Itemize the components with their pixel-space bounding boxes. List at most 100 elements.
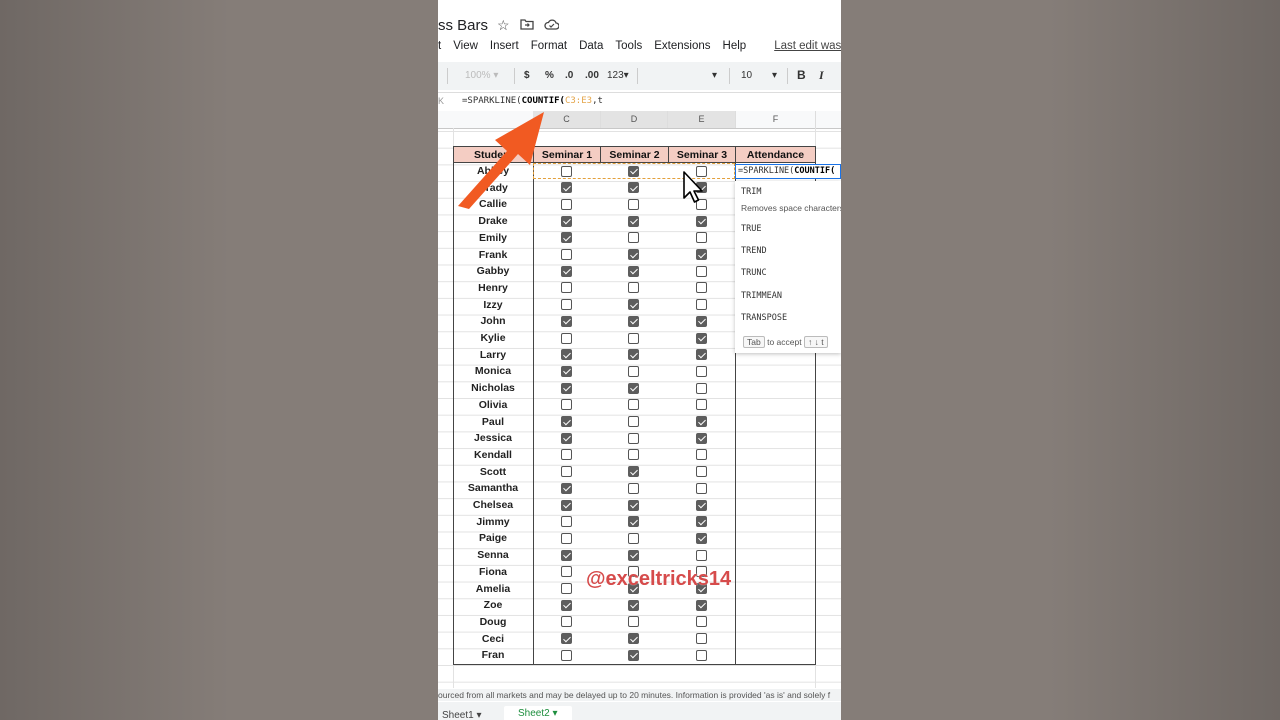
student-name[interactable]: Zoe <box>453 597 533 613</box>
student-name[interactable]: Paige <box>453 530 533 546</box>
seminar-2-checkbox[interactable] <box>628 265 639 277</box>
seminar-2-checkbox[interactable] <box>628 215 639 227</box>
sheet-tab-1[interactable]: Sheet1 ▾ <box>442 710 482 720</box>
seminar-2-checkbox[interactable] <box>628 516 639 528</box>
student-name[interactable]: Monica <box>453 363 533 379</box>
menu-insert[interactable]: Insert <box>490 40 519 56</box>
seminar-1-checkbox[interactable] <box>561 516 572 528</box>
seminar-3-checkbox[interactable] <box>696 633 707 645</box>
cloud-status-icon[interactable] <box>544 17 560 33</box>
student-name[interactable]: Frank <box>453 247 533 263</box>
seminar-3-checkbox[interactable] <box>696 299 707 311</box>
student-name[interactable]: Amelia <box>453 581 533 597</box>
menu-data[interactable]: Data <box>579 40 603 56</box>
seminar-3-checkbox[interactable] <box>696 499 707 511</box>
seminar-1-checkbox[interactable] <box>561 432 572 444</box>
student-name[interactable]: Emily <box>453 230 533 246</box>
student-name[interactable]: Nicholas <box>453 380 533 396</box>
seminar-3-checkbox[interactable] <box>696 349 707 361</box>
seminar-2-checkbox[interactable] <box>628 282 639 294</box>
seminar-2-checkbox[interactable] <box>628 299 639 311</box>
last-edit-link[interactable]: Last edit was sec <box>774 40 841 56</box>
menu-view[interactable]: View <box>453 40 478 56</box>
seminar-1-checkbox[interactable] <box>561 466 572 478</box>
seminar-1-checkbox[interactable] <box>561 449 572 461</box>
more-formats-button[interactable]: 123▾ <box>607 70 629 81</box>
seminar-2-checkbox[interactable] <box>628 382 639 394</box>
seminar-1-checkbox[interactable] <box>561 315 572 327</box>
student-name[interactable]: Jessica <box>453 430 533 446</box>
seminar-2-checkbox[interactable] <box>628 349 639 361</box>
menu-tools[interactable]: Tools <box>615 40 642 56</box>
seminar-1-checkbox[interactable] <box>561 382 572 394</box>
move-to-folder-icon[interactable] <box>520 17 534 33</box>
seminar-1-checkbox[interactable] <box>561 616 572 628</box>
bold-button[interactable]: B <box>797 68 806 82</box>
seminar-3-checkbox[interactable] <box>696 232 707 244</box>
student-name[interactable]: Paul <box>453 414 533 430</box>
document-title[interactable]: ss Bars <box>438 17 488 34</box>
seminar-2-checkbox[interactable] <box>628 633 639 645</box>
font-size-dropdown-icon[interactable]: ▾ <box>772 70 777 81</box>
menu-extensions[interactable]: Extensions <box>654 40 710 56</box>
seminar-2-checkbox[interactable] <box>628 466 639 478</box>
star-icon[interactable]: ☆ <box>497 17 510 34</box>
seminar-1-checkbox[interactable] <box>561 249 572 260</box>
student-name[interactable]: Kylie <box>453 330 533 346</box>
student-name[interactable]: Doug <box>453 614 533 630</box>
seminar-2-checkbox[interactable] <box>628 616 639 628</box>
seminar-3-checkbox[interactable] <box>696 315 707 327</box>
student-name[interactable]: Izzy <box>453 297 533 313</box>
column-header-g[interactable] <box>816 111 841 128</box>
student-name[interactable]: Fiona <box>453 564 533 580</box>
column-header-e[interactable]: E <box>668 111 736 128</box>
seminar-2-checkbox[interactable] <box>628 599 639 611</box>
seminar-3-checkbox[interactable] <box>696 599 707 611</box>
increase-decimal-button[interactable]: .00 <box>585 70 599 81</box>
seminar-1-checkbox[interactable] <box>561 265 572 277</box>
seminar-1-checkbox[interactable] <box>561 282 572 294</box>
seminar-1-checkbox[interactable] <box>561 416 572 427</box>
seminar-1-checkbox[interactable] <box>561 232 572 244</box>
student-name[interactable]: Jimmy <box>453 514 533 530</box>
column-header-d[interactable]: D <box>601 111 668 128</box>
seminar-2-checkbox[interactable] <box>628 399 639 411</box>
menu-help[interactable]: Help <box>723 40 747 56</box>
seminar-2-checkbox[interactable] <box>628 482 639 494</box>
seminar-2-checkbox[interactable] <box>628 232 639 244</box>
currency-button[interactable]: $ <box>524 70 530 81</box>
student-name[interactable]: Senna <box>453 547 533 563</box>
seminar-2-checkbox[interactable] <box>628 365 639 377</box>
seminar-1-checkbox[interactable] <box>561 365 572 377</box>
seminar-1-checkbox[interactable] <box>561 549 572 561</box>
seminar-3-checkbox[interactable] <box>696 482 707 494</box>
seminar-3-checkbox[interactable] <box>696 382 707 394</box>
student-name[interactable]: Ceci <box>453 631 533 647</box>
column-header-f[interactable]: F <box>736 111 816 128</box>
seminar-1-checkbox[interactable] <box>561 332 572 344</box>
seminar-3-checkbox[interactable] <box>696 265 707 277</box>
seminar-3-checkbox[interactable] <box>696 649 707 661</box>
seminar-3-checkbox[interactable] <box>696 616 707 628</box>
seminar-1-checkbox[interactable] <box>561 532 572 544</box>
student-name[interactable]: Chelsea <box>453 497 533 513</box>
suggestion-trim[interactable]: TRIM <box>741 187 761 197</box>
student-name[interactable]: Fran <box>453 647 533 663</box>
sheet-tab-2[interactable]: Sheet2 ▾ <box>504 706 572 720</box>
seminar-1-checkbox[interactable] <box>561 499 572 511</box>
header-attendance[interactable]: Attendance <box>735 146 816 163</box>
seminar-3-checkbox[interactable] <box>696 365 707 377</box>
seminar-1-checkbox[interactable] <box>561 399 572 411</box>
suggestion-trunc[interactable]: TRUNC <box>741 268 767 278</box>
seminar-1-checkbox[interactable] <box>561 215 572 227</box>
seminar-3-checkbox[interactable] <box>696 532 707 544</box>
name-box[interactable]: K <box>438 96 444 106</box>
seminar-2-checkbox[interactable] <box>628 532 639 544</box>
seminar-1-checkbox[interactable] <box>561 633 572 645</box>
seminar-1-checkbox[interactable] <box>561 482 572 494</box>
seminar-3-checkbox[interactable] <box>696 416 707 427</box>
seminar-1-checkbox[interactable] <box>561 349 572 361</box>
menu-item[interactable]: t <box>438 40 441 56</box>
seminar-3-checkbox[interactable] <box>696 332 707 344</box>
seminar-2-checkbox[interactable] <box>628 315 639 327</box>
